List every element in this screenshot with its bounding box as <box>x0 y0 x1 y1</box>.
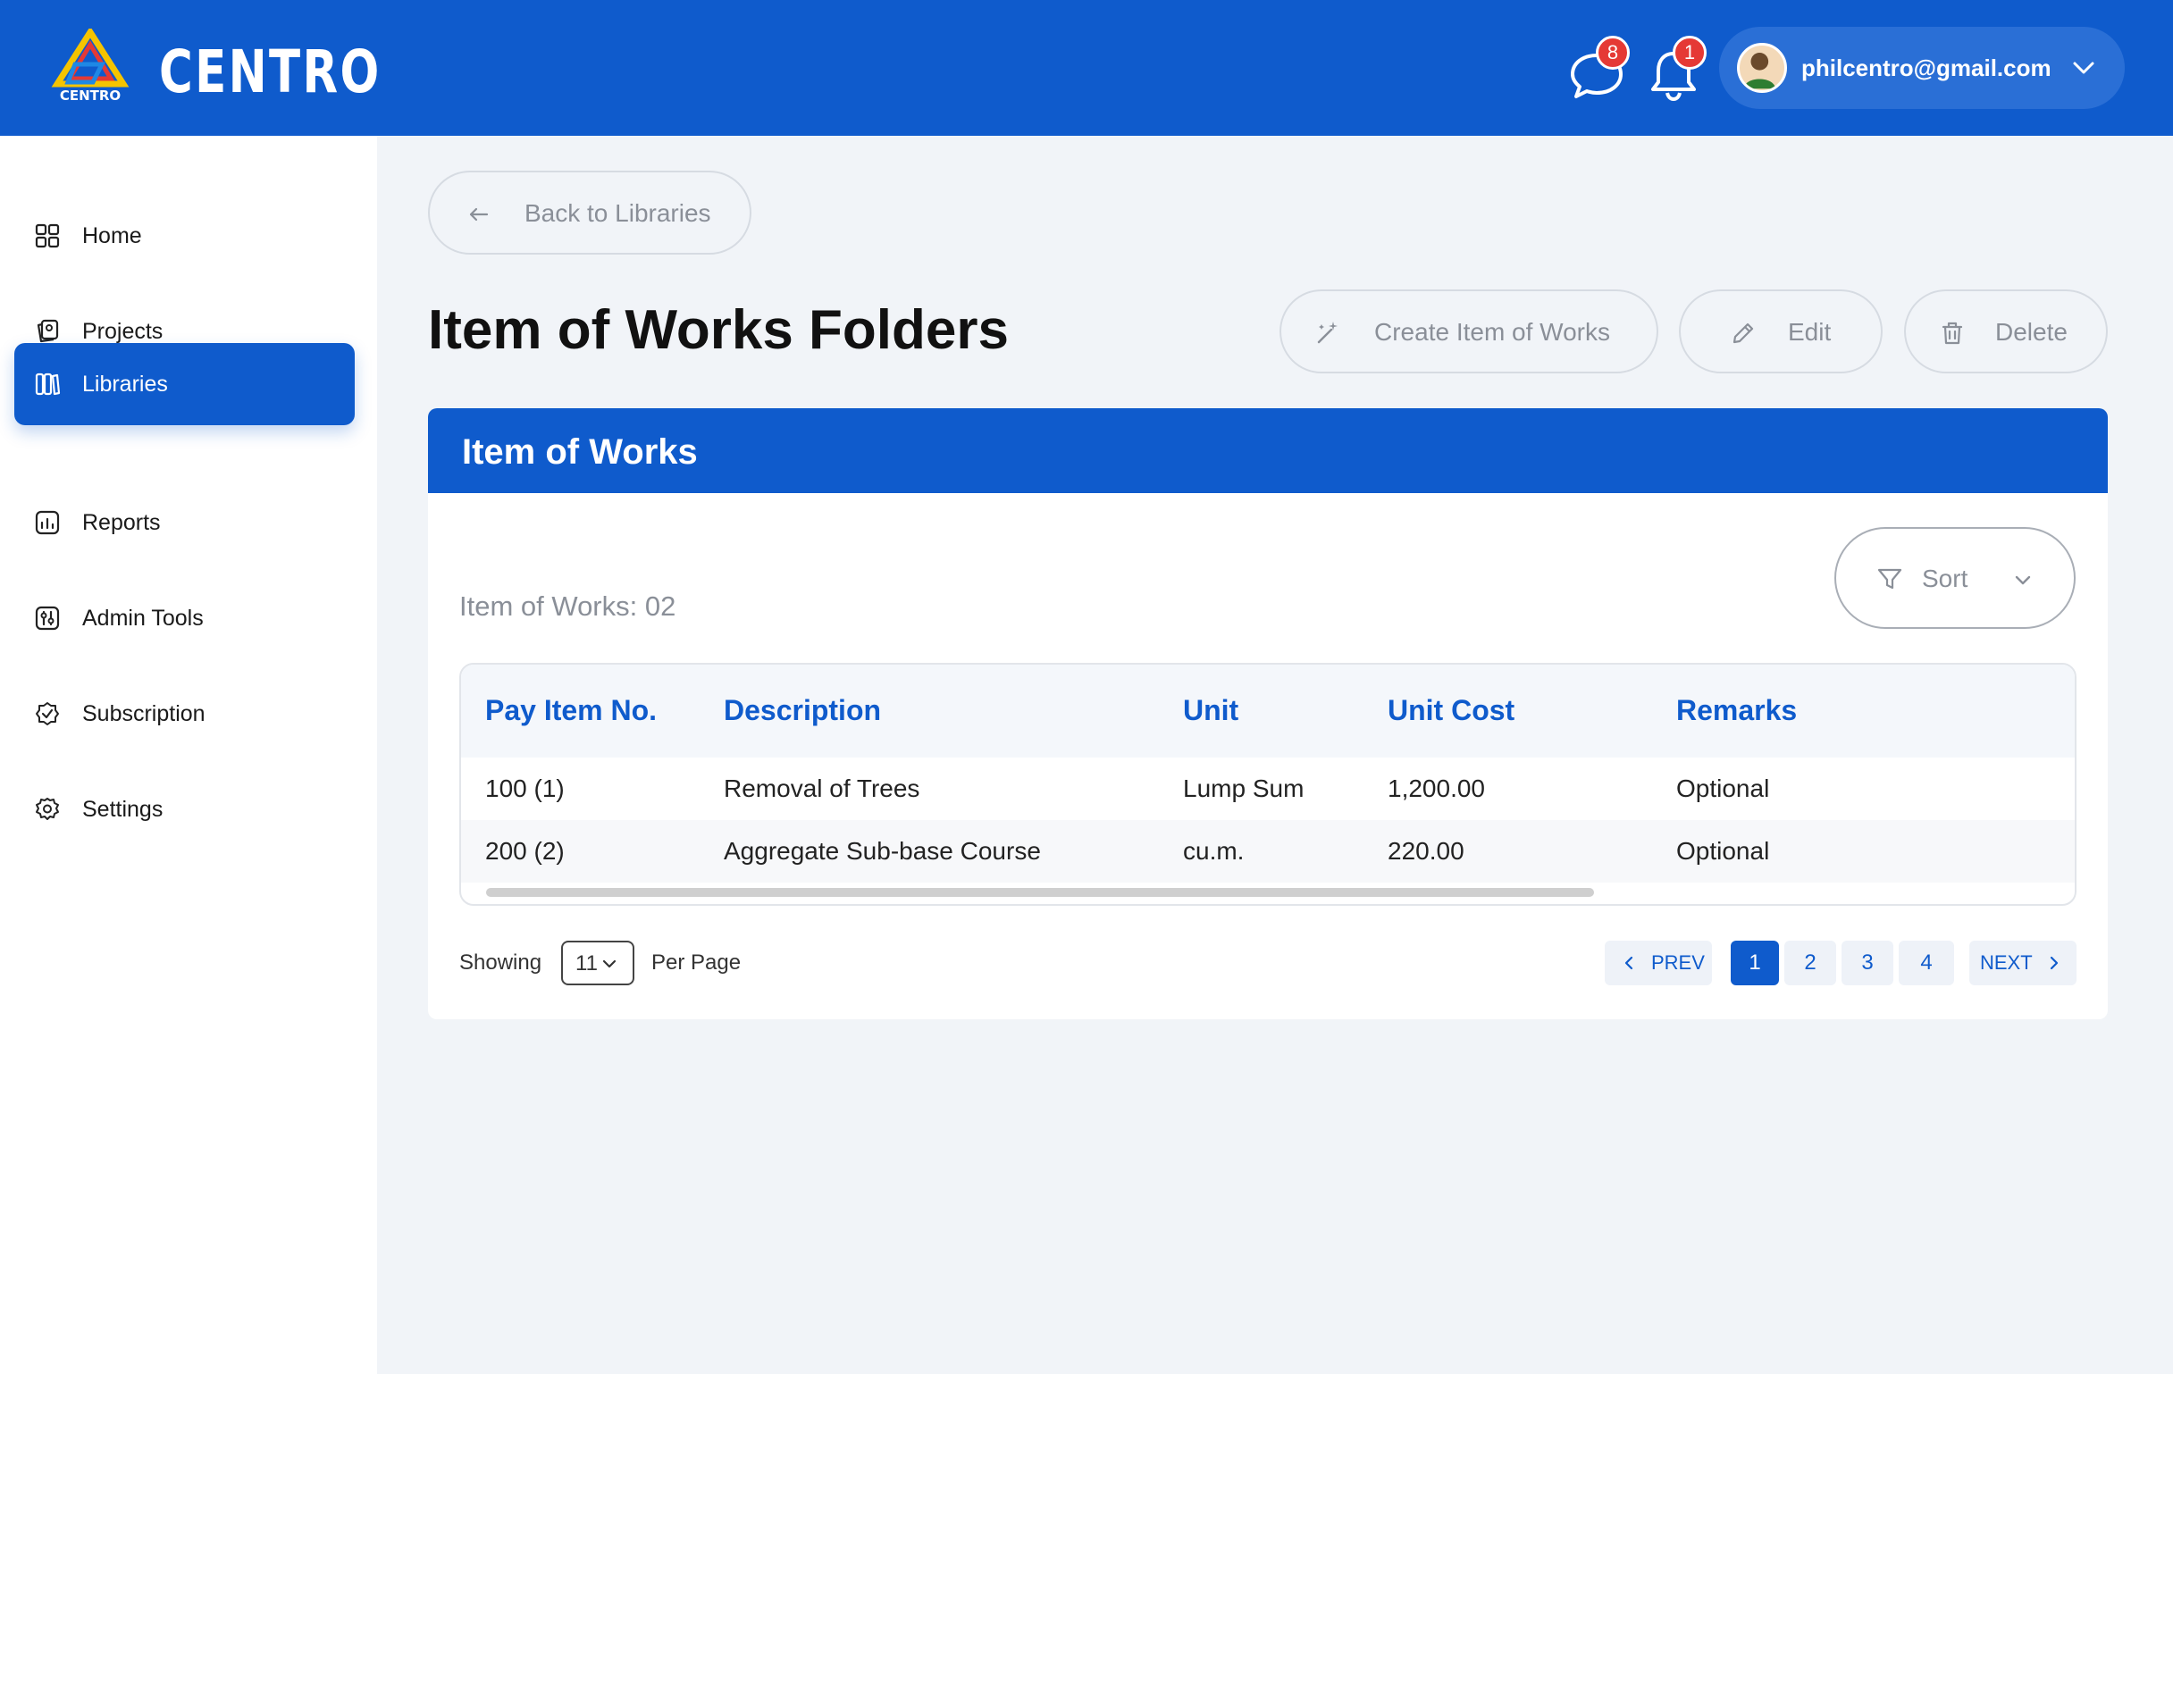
per-page-label: Per Page <box>651 950 742 975</box>
cell-description: Removal of Trees <box>724 774 920 802</box>
sidebar-item-libraries[interactable]: Libraries <box>14 343 355 425</box>
column-header-pay-item-no[interactable]: Pay Item No. <box>485 691 657 729</box>
cell-remarks: Optional <box>1676 837 1770 865</box>
centro-logo[interactable]: CENTRO <box>48 29 132 104</box>
trash-icon <box>1942 322 1963 345</box>
pencil-icon <box>1733 322 1754 344</box>
cell-unit: cu.m. <box>1183 837 1245 865</box>
table-header: Pay Item No. Description Unit Unit Cost … <box>461 665 2075 758</box>
cell-unit-cost: 220.00 <box>1388 837 1464 865</box>
table-row[interactable]: 200 (2) Aggregate Sub-base Course cu.m. … <box>461 820 2075 883</box>
chevron-down-icon <box>2073 62 2094 74</box>
showing-label: Showing <box>459 950 542 975</box>
cell-pay-item-no: 100 (1) <box>485 774 565 802</box>
sidebar-item-label: Libraries <box>82 372 168 397</box>
card-title: Item of Works <box>462 432 698 472</box>
column-header-unit[interactable]: Unit <box>1183 691 1238 729</box>
per-page-value: 11 <box>575 951 598 975</box>
chevron-down-icon <box>602 959 617 968</box>
sidebar-item-label: Subscription <box>82 701 206 726</box>
edit-button[interactable]: Edit <box>1679 289 1883 373</box>
settings-icon <box>36 798 59 820</box>
delete-button[interactable]: Delete <box>1904 289 2108 373</box>
back-label: Back to Libraries <box>524 199 711 227</box>
reports-icon <box>35 510 60 535</box>
projects-icon <box>37 319 59 343</box>
sidebar-item-label: Settings <box>82 797 164 822</box>
sidebar-item-subscription[interactable]: Subscription <box>14 673 355 755</box>
next-page-button[interactable]: NEXT <box>1969 941 2077 985</box>
magic-wand-icon <box>1317 322 1338 344</box>
column-header-description[interactable]: Description <box>724 691 881 729</box>
page-button-4[interactable]: 4 <box>1899 941 1954 985</box>
notifications-badge: 1 <box>1673 36 1707 70</box>
sidebar-item-reports[interactable]: Reports <box>14 481 355 564</box>
create-label: Create Item of Works <box>1374 318 1611 346</box>
user-email: philcentro@gmail.com <box>1801 54 2051 81</box>
sidebar-item-settings[interactable]: Settings <box>14 768 355 850</box>
sidebar-item-label: Reports <box>82 510 161 535</box>
edit-label: Edit <box>1788 318 1832 346</box>
per-page-select[interactable]: 11 <box>561 941 634 985</box>
column-header-remarks[interactable]: Remarks <box>1676 691 1797 729</box>
item-count: Item of Works: 02 <box>459 590 676 622</box>
cell-pay-item-no: 200 (2) <box>485 837 565 865</box>
chevron-left-icon <box>1624 956 1633 970</box>
sidebar-item-label: Home <box>82 223 142 248</box>
badge-check-icon <box>36 702 59 725</box>
card-header: Item of Works <box>428 408 2108 493</box>
sort-label: Sort <box>1922 565 1968 592</box>
cell-remarks: Optional <box>1676 774 1770 802</box>
messages-button[interactable]: 8 <box>1565 36 1630 105</box>
avatar <box>1737 43 1787 93</box>
page-button-1[interactable]: 1 <box>1731 941 1779 985</box>
filter-icon <box>1877 568 1902 590</box>
sidebar-item-admin-tools[interactable]: Admin Tools <box>14 577 355 659</box>
chevron-down-icon <box>2015 575 2031 585</box>
messages-badge: 8 <box>1596 36 1630 70</box>
top-bar: CENTRO CENTRO 8 1 philcentro@gmail.com <box>0 0 2173 136</box>
back-to-libraries-button[interactable]: Back to Libraries <box>428 171 751 255</box>
grid-icon <box>35 223 60 248</box>
sidebar-item-label: Admin Tools <box>82 606 204 631</box>
cell-unit: Lump Sum <box>1183 774 1305 802</box>
table-row[interactable]: 100 (1) Removal of Trees Lump Sum 1,200.… <box>461 758 2075 820</box>
next-label: NEXT <box>1980 951 2033 974</box>
delete-label: Delete <box>1995 318 2068 346</box>
cell-description: Aggregate Sub-base Course <box>724 837 1041 865</box>
prev-label: PREV <box>1651 951 1705 974</box>
sidebar-item-home[interactable]: Home <box>14 195 355 277</box>
create-item-of-works-button[interactable]: Create Item of Works <box>1279 289 1658 373</box>
column-header-unit-cost[interactable]: Unit Cost <box>1388 691 1514 729</box>
brand-name: CENTRO <box>159 38 382 106</box>
chevron-right-icon <box>2050 956 2059 970</box>
cell-unit-cost: 1,200.00 <box>1388 774 1485 802</box>
horizontal-scrollbar[interactable] <box>486 888 1594 897</box>
sidebar: Home Projects Libraries Reports Admin To… <box>0 136 377 1374</box>
admin-tools-icon <box>35 606 60 631</box>
arrow-left-icon <box>469 207 489 222</box>
books-icon <box>35 373 61 396</box>
item-of-works-table: Pay Item No. Description Unit Unit Cost … <box>459 663 2077 906</box>
page-title: Item of Works Folders <box>428 299 1009 361</box>
item-of-works-card: Item of Works Item of Works: 02 Sort Pay… <box>428 408 2108 1019</box>
user-menu[interactable]: philcentro@gmail.com <box>1719 27 2125 109</box>
notifications-button[interactable]: 1 <box>1642 36 1707 105</box>
page-button-2[interactable]: 2 <box>1784 941 1836 985</box>
sort-dropdown[interactable]: Sort <box>1834 527 2076 629</box>
page-button-3[interactable]: 3 <box>1842 941 1893 985</box>
prev-page-button[interactable]: PREV <box>1605 941 1712 985</box>
logo-text: CENTRO <box>60 88 121 104</box>
